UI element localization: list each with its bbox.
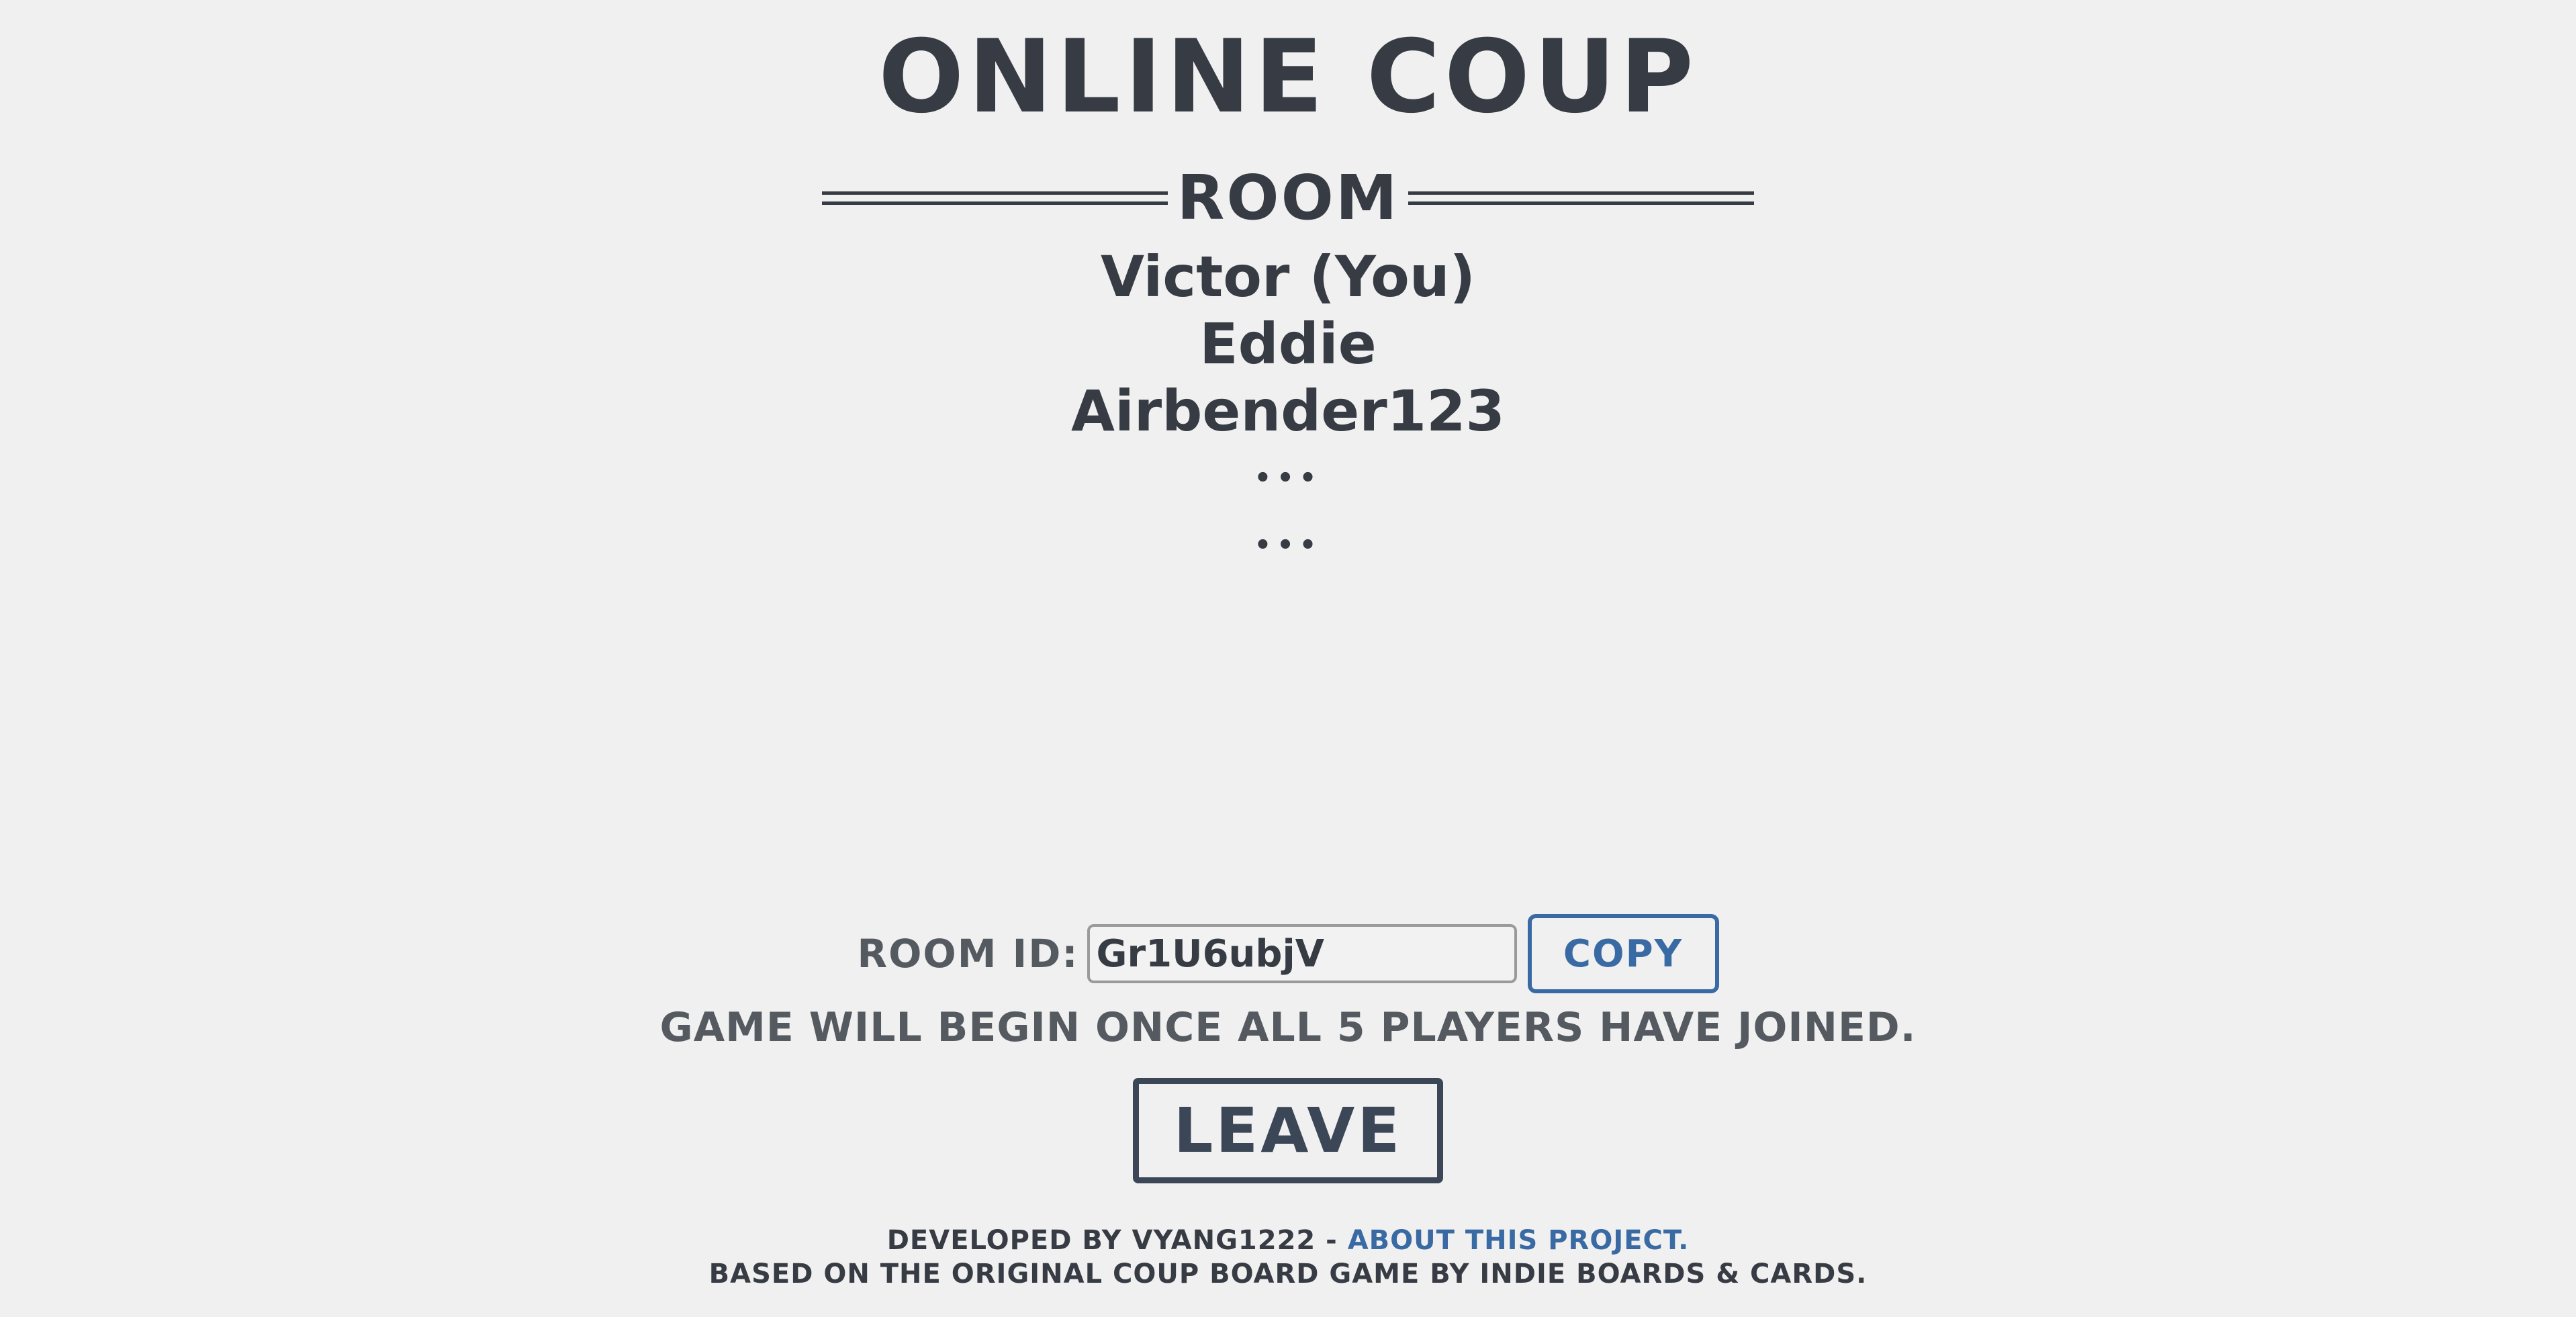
player-item-airbender123: Airbender123 <box>1071 378 1505 444</box>
copy-room-id-button[interactable]: COPY <box>1527 914 1719 993</box>
footer: DEVELOPED BY VYANG1222 - ABOUT THIS PROJ… <box>0 1224 2576 1291</box>
footer-developer-line: DEVELOPED BY VYANG1222 - ABOUT THIS PROJ… <box>0 1224 2576 1257</box>
room-heading-row: ROOM <box>0 161 2576 235</box>
about-project-link[interactable]: ABOUT THIS PROJECT. <box>1348 1225 1690 1256</box>
player-item-victor: Victor (You) <box>1100 244 1476 310</box>
room-id-field[interactable] <box>1087 924 1517 983</box>
right-divider <box>1408 191 1755 205</box>
leave-room-button[interactable]: LEAVE <box>1133 1078 1443 1183</box>
footer-developed-by: DEVELOPED BY VYANG1222 - <box>886 1225 1348 1256</box>
page-title: ONLINE COUP <box>878 19 1698 136</box>
room-heading: ROOM <box>1177 162 1399 234</box>
leave-button-wrap: LEAVE <box>0 1078 2576 1183</box>
room-page: ONLINE COUP ROOM Victor (You) Eddie Airb… <box>0 0 2576 1317</box>
room-id-row: ROOM ID: COPY <box>0 913 2576 994</box>
player-item-eddie: Eddie <box>1199 311 1377 377</box>
room-id-label: ROOM ID: <box>857 931 1079 977</box>
player-list: Victor (You) Eddie Airbender123 ••• ••• <box>0 243 2576 579</box>
left-divider <box>821 191 1168 205</box>
waiting-status-text: GAME WILL BEGIN ONCE ALL 5 PLAYERS HAVE … <box>659 1004 1917 1051</box>
empty-player-slot-4: ••• <box>1254 463 1322 494</box>
empty-player-slot-5: ••• <box>1254 530 1322 561</box>
footer-credit-line: BASED ON THE ORIGINAL COUP BOARD GAME BY… <box>708 1259 1868 1289</box>
